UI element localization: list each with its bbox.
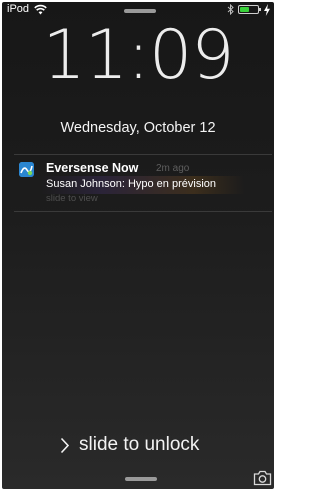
battery-level (240, 7, 249, 12)
wifi-icon (34, 4, 47, 15)
notification-time-ago: 2m ago (156, 163, 190, 174)
lock-screen-date: Wednesday, October 12 (60, 120, 216, 136)
notification-item[interactable]: Eversense Now 2m ago Susan Johnson: Hypo… (2, 156, 274, 210)
chevron-right-icon[interactable] (60, 437, 70, 454)
battery-icon (238, 5, 259, 14)
control-center-grabber[interactable] (125, 477, 157, 481)
battery-nub (259, 8, 261, 11)
notification-app-name: Eversense Now (46, 161, 139, 175)
bluetooth-icon (227, 4, 234, 15)
notification-divider-top (14, 154, 272, 155)
camera-icon[interactable] (253, 470, 272, 486)
lock-screen-time: 11:09 (42, 16, 235, 95)
slide-to-unlock-label[interactable]: slide to unlock (79, 434, 199, 456)
eversense-app-icon (19, 162, 34, 177)
notification-center-grabber[interactable] (124, 9, 156, 13)
carrier-label: iPod (7, 3, 30, 15)
notification-action-hint: slide to view (46, 193, 98, 204)
notification-message: Susan Johnson: Hypo en prévision (46, 178, 216, 190)
charging-icon (264, 4, 270, 16)
lock-screen: iPod 11:09 Wednesday, October 12 Eversen… (2, 2, 274, 489)
notification-divider-bottom (14, 211, 272, 212)
